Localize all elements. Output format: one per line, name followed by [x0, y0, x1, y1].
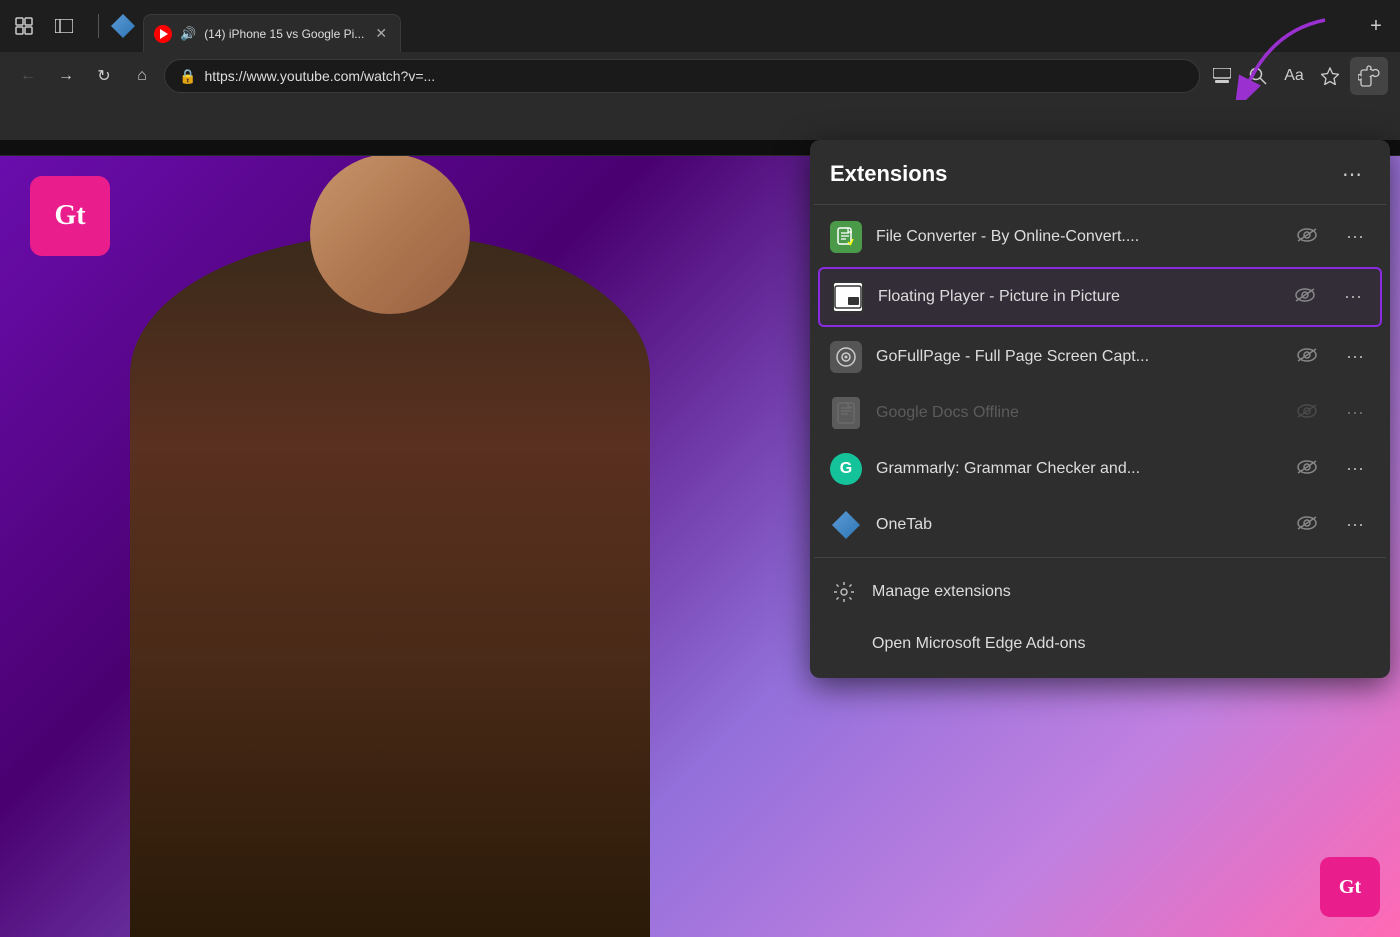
onetab-more-button[interactable]: ⋯: [1340, 510, 1370, 540]
read-aloud-button[interactable]: Aa: [1278, 60, 1310, 92]
extension-item-gofullpage[interactable]: GoFullPage - Full Page Screen Capt... ⋯: [810, 329, 1390, 385]
extensions-panel-header: Extensions ⋯: [810, 140, 1390, 204]
file-converter-hide-icon: [1296, 227, 1318, 248]
collections-button[interactable]: [8, 10, 40, 42]
gofullpage-name: GoFullPage - Full Page Screen Capt...: [876, 348, 1282, 366]
onetab-hide-icon: [1296, 515, 1318, 536]
tab-separator: [98, 14, 99, 38]
grammarly-name: Grammarly: Grammar Checker and...: [876, 460, 1282, 478]
gdocs-hide-icon: [1296, 403, 1318, 424]
extensions-button[interactable]: [1350, 57, 1388, 95]
open-addons-item[interactable]: Open Microsoft Edge Add-ons: [810, 618, 1390, 670]
gt-logo-bottom-right: Gt: [1320, 857, 1380, 917]
file-converter-icon-wrapper: [830, 221, 862, 253]
grammarly-more-button[interactable]: ⋯: [1340, 454, 1370, 484]
extension-item-grammarly[interactable]: G Grammarly: Grammar Checker and... ⋯: [810, 441, 1390, 497]
forward-button[interactable]: →: [50, 60, 82, 92]
gdocs-icon: [832, 397, 860, 429]
tab-bar: 🔊 (14) iPhone 15 vs Google Pi... ✕ +: [0, 0, 1400, 52]
person-overlay: [80, 156, 700, 937]
extensions-panel-more-button[interactable]: ⋯: [1334, 156, 1370, 192]
home-button[interactable]: ⌂: [126, 60, 158, 92]
lock-icon: 🔒: [179, 68, 196, 85]
gdocs-name: Google Docs Offline: [876, 404, 1282, 422]
favorites-button[interactable]: [1314, 60, 1346, 92]
file-converter-name: File Converter - By Online-Convert....: [876, 228, 1282, 246]
extension-item-floating-player[interactable]: Floating Player - Picture in Picture ⋯: [818, 267, 1382, 327]
grammarly-icon-wrapper: G: [830, 453, 862, 485]
person-head: [310, 156, 470, 314]
browser-chrome: 🔊 (14) iPhone 15 vs Google Pi... ✕ + ← →…: [0, 0, 1400, 140]
url-text: https://www.youtube.com/watch?v=...: [204, 68, 1185, 84]
extensions-list: File Converter - By Online-Convert.... ⋯: [810, 205, 1390, 557]
grammarly-hide-icon: [1296, 459, 1318, 480]
tab-view-button[interactable]: [1206, 60, 1238, 92]
manage-extensions-icon: [830, 578, 858, 606]
refresh-button[interactable]: ↻: [88, 60, 120, 92]
pip-icon-wrapper: [832, 281, 864, 313]
gofullpage-hide-icon: [1296, 347, 1318, 368]
new-tab-button[interactable]: +: [1360, 10, 1392, 42]
floating-player-hide-icon: [1294, 287, 1316, 308]
open-addons-text: Open Microsoft Edge Add-ons: [872, 635, 1085, 653]
manage-extensions-text: Manage extensions: [872, 583, 1011, 601]
back-button[interactable]: ←: [12, 60, 44, 92]
tab-favicon-youtube: [154, 25, 172, 43]
gofullpage-icon: [830, 341, 862, 373]
onetab-icon: [830, 509, 862, 541]
tab-controls: [8, 10, 80, 42]
file-converter-more-button[interactable]: ⋯: [1340, 222, 1370, 252]
extension-item-onetab[interactable]: OneTab ⋯: [810, 497, 1390, 553]
active-tab[interactable]: 🔊 (14) iPhone 15 vs Google Pi... ✕: [143, 14, 401, 52]
extensions-footer: Manage extensions Open Microsoft Edge Ad…: [810, 558, 1390, 678]
tab-sound-icon: 🔊: [180, 26, 196, 42]
pip-icon: [832, 281, 864, 313]
extensions-panel-title: Extensions: [830, 161, 947, 187]
gofullpage-icon-wrapper: [830, 341, 862, 373]
onetab-icon-wrapper: [830, 509, 862, 541]
person-body: [130, 234, 650, 937]
onetab-name: OneTab: [876, 516, 1282, 534]
diamond-icon: [111, 14, 135, 38]
gofullpage-more-button[interactable]: ⋯: [1340, 342, 1370, 372]
gdocs-icon-wrapper: [830, 397, 862, 429]
onetab-diamond-icon: [832, 511, 860, 539]
toolbar-right: Aa: [1206, 57, 1388, 95]
tab-close-button[interactable]: ✕: [372, 25, 390, 43]
tab-bar-tabs: 🔊 (14) iPhone 15 vs Google Pi... ✕: [143, 0, 1354, 52]
floating-player-more-button[interactable]: ⋯: [1338, 282, 1368, 312]
sidebar-toggle-button[interactable]: [48, 10, 80, 42]
floating-player-name: Floating Player - Picture in Picture: [878, 288, 1280, 306]
extensions-panel: Extensions ⋯ File Converter - By Online-…: [810, 140, 1390, 678]
manage-extensions-item[interactable]: Manage extensions: [810, 566, 1390, 618]
grammarly-icon: G: [830, 453, 862, 485]
search-page-button[interactable]: [1242, 60, 1274, 92]
youtube-favicon: [154, 25, 172, 43]
address-bar-area: ← → ↻ ⌂ 🔒 https://www.youtube.com/watch?…: [0, 52, 1400, 100]
tab-title: (14) iPhone 15 vs Google Pi...: [204, 27, 364, 41]
open-addons-icon: [830, 630, 858, 658]
address-bar[interactable]: 🔒 https://www.youtube.com/watch?v=...: [164, 59, 1200, 93]
onetab-tab-icon[interactable]: [109, 12, 137, 40]
extension-item-google-docs[interactable]: Google Docs Offline ⋯: [810, 385, 1390, 441]
file-converter-icon: [830, 221, 862, 253]
extension-item-file-converter[interactable]: File Converter - By Online-Convert.... ⋯: [810, 209, 1390, 265]
gdocs-more-button[interactable]: ⋯: [1340, 398, 1370, 428]
